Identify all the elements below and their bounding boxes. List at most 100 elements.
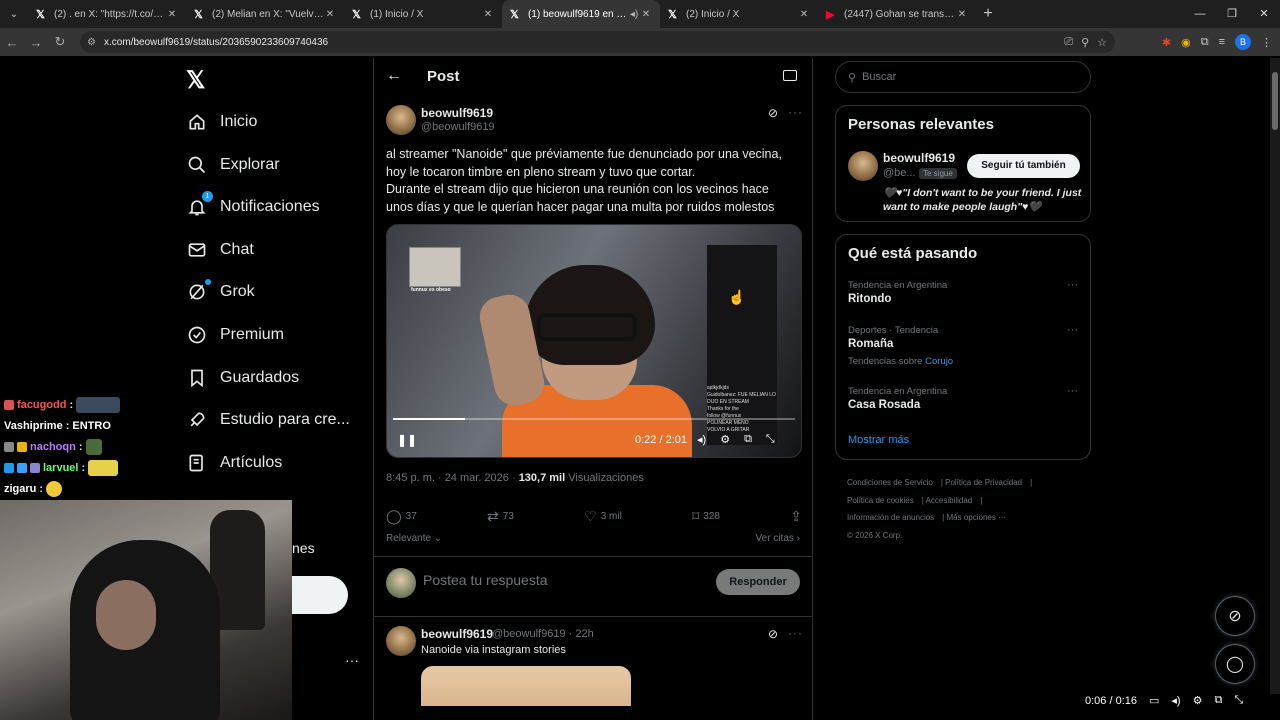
browser-tab-active[interactable]: 𝕏(1) beowulf9619 en X: "al st◂)✕ [502, 0, 660, 28]
captions-icon[interactable]: ▭ [1149, 694, 1159, 707]
settings-gear-icon[interactable]: ⚙ [720, 433, 730, 446]
nav-item-notificaciones[interactable]: 1 Notificaciones [186, 187, 320, 227]
footer-link[interactable]: Más opciones ··· [946, 513, 1006, 522]
video-player[interactable]: funnux es obeso ajdkjdkjds Guidolbanez: … [386, 224, 802, 458]
reading-list-icon[interactable]: ≡ [1219, 36, 1225, 48]
puzzle-icon[interactable]: ⧉ [1201, 36, 1209, 49]
settings-gear-icon[interactable]: ⚙ [1193, 694, 1203, 707]
like-action[interactable]: ♡ 3 mil [584, 508, 622, 525]
nav-item-premium[interactable]: Premium [186, 315, 284, 355]
footer-link[interactable]: Política de Privacidad [945, 478, 1022, 487]
repost-action[interactable]: ⇄ 73 [487, 508, 514, 525]
avatar[interactable] [386, 105, 416, 135]
new-tab-button[interactable]: + [976, 5, 1000, 23]
browser-tab[interactable]: 𝕏(2) Melian en X: "Vuelve la mejor"✕ [186, 0, 344, 28]
speaker-icon[interactable]: ◂) [628, 9, 640, 20]
close-window-icon[interactable]: ✕ [1248, 0, 1280, 28]
extension-icon[interactable]: ◉ [1181, 36, 1191, 49]
post-timestamp[interactable]: 8:45 p. m. · 24 mar. 2026 · [386, 472, 516, 484]
trend-more-icon[interactable]: ··· [1067, 385, 1078, 397]
forward-icon[interactable]: → [24, 35, 48, 50]
relevant-user-handle[interactable]: @be... [883, 167, 916, 179]
nav-item-inicio[interactable]: Inicio [186, 102, 257, 142]
site-info-icon[interactable]: ⚙ [87, 37, 96, 48]
cast-icon[interactable]: ⎚ [1064, 36, 1073, 49]
grok-explain-icon[interactable]: ⊘ [768, 106, 778, 120]
profile-avatar[interactable]: B [1235, 34, 1251, 50]
fullscreen-icon[interactable]: ⤡ [1234, 694, 1243, 707]
pause-icon[interactable]: ❚❚ [397, 433, 417, 447]
reader-mode-icon[interactable] [783, 70, 797, 81]
minimize-icon[interactable]: — [1184, 0, 1216, 28]
page-scrollbar[interactable] [1270, 58, 1280, 694]
browser-tab[interactable]: 𝕏 (2) Inicio / X ✕ [660, 0, 818, 28]
close-tab-icon[interactable]: ✕ [640, 9, 652, 20]
extension-icon[interactable]: ✱ [1162, 36, 1171, 49]
volume-icon[interactable]: ◂) [1171, 694, 1180, 707]
trend-name[interactable]: Romaña [848, 338, 893, 350]
trend-more-icon[interactable]: ··· [1067, 279, 1078, 291]
footer-link[interactable]: Información de anuncios [847, 513, 934, 522]
browser-tab[interactable]: 𝕏(2) . en X: "https://t.co/NjowkVj"✕ [28, 0, 186, 28]
browser-tab[interactable]: ▶(2447) Gohan se transforma en✕ [818, 0, 976, 28]
close-tab-icon[interactable]: ✕ [324, 9, 336, 20]
fullscreen-icon[interactable]: ⤡ [766, 433, 775, 446]
url-bar[interactable]: ⚙ x.com/beowulf9619/status/2036590233609… [80, 31, 1115, 53]
reload-icon[interactable]: ↻ [48, 34, 72, 50]
footer-link[interactable]: Condiciones de Servicio [847, 478, 933, 487]
messages-fab-button[interactable]: ◯ [1215, 644, 1255, 684]
scrollbar-thumb[interactable] [1272, 72, 1278, 130]
bookmark-action[interactable]: ⌑ 328 [692, 508, 720, 525]
search-input[interactable]: ⚲ Buscar [835, 61, 1091, 93]
more-options-icon[interactable]: ··· [788, 105, 803, 119]
reply-media-image[interactable] [421, 666, 631, 706]
relevant-user-name[interactable]: beowulf9619 [883, 151, 955, 165]
back-arrow-icon[interactable]: ← [386, 67, 402, 85]
sort-replies-dropdown[interactable]: Relevante ⌄ [386, 533, 442, 544]
zoom-icon[interactable]: ⚲ [1081, 36, 1089, 49]
trend-more-icon[interactable]: ··· [1067, 324, 1078, 336]
view-quotes-link[interactable]: Ver citas › [756, 533, 800, 544]
more-options-icon[interactable]: ··· [788, 626, 803, 640]
nav-item-explorar[interactable]: Explorar [186, 145, 280, 185]
tab-search-icon[interactable]: ⌄ [0, 9, 28, 20]
browser-tab[interactable]: 𝕏 (1) Inicio / X ✕ [344, 0, 502, 28]
close-tab-icon[interactable]: ✕ [482, 9, 494, 20]
account-more-icon[interactable]: ··· [345, 652, 359, 668]
current-user-avatar[interactable] [386, 568, 416, 598]
close-tab-icon[interactable]: ✕ [956, 9, 968, 20]
bookmark-star-icon[interactable]: ☆ [1097, 36, 1107, 49]
grok-fab-button[interactable]: ⊘ [1215, 596, 1255, 636]
show-more-link[interactable]: Mostrar más [848, 434, 909, 446]
restore-icon[interactable]: ❐ [1216, 0, 1248, 28]
footer-link[interactable]: Política de cookies [847, 496, 914, 505]
popout-icon[interactable]: ⧉ [1214, 694, 1222, 707]
pip-icon[interactable]: ⧉ [744, 433, 752, 446]
trend-name[interactable]: Casa Rosada [848, 399, 920, 411]
author-handle[interactable]: @beowulf9619 [421, 121, 495, 133]
back-icon[interactable]: ← [0, 35, 24, 50]
nav-item-guardados[interactable]: Guardados [186, 358, 299, 398]
avatar[interactable] [386, 626, 416, 656]
nav-item-chat[interactable]: Chat [186, 230, 254, 270]
x-logo-icon[interactable]: 𝕏 [186, 66, 205, 95]
share-action[interactable]: ⇪ [790, 508, 802, 525]
volume-icon[interactable]: ◂) [697, 433, 706, 446]
video-progress-bar[interactable] [393, 418, 795, 420]
grok-explain-icon[interactable]: ⊘ [768, 627, 778, 641]
follow-back-button[interactable]: Seguir tú también [967, 154, 1080, 178]
reply-author-meta[interactable]: @beowulf9619 · 22h [492, 628, 594, 640]
nav-item-partial[interactable]: nes [292, 540, 315, 556]
close-tab-icon[interactable]: ✕ [798, 9, 810, 20]
reply-input[interactable]: Postea tu respuesta [423, 572, 548, 588]
footer-link[interactable]: Accesibilidad [926, 496, 973, 505]
reply-author-name[interactable]: beowulf9619 [421, 627, 493, 641]
reply-action[interactable]: ◯ 37 [386, 508, 417, 525]
menu-dots-icon[interactable]: ⋮ [1261, 36, 1272, 49]
close-tab-icon[interactable]: ✕ [166, 9, 178, 20]
trend-name[interactable]: Ritondo [848, 293, 891, 305]
nav-item-grok[interactable]: Grok [186, 272, 255, 312]
author-name[interactable]: beowulf9619 [421, 106, 493, 120]
reply-button[interactable]: Responder [716, 569, 800, 595]
avatar[interactable] [848, 151, 878, 181]
